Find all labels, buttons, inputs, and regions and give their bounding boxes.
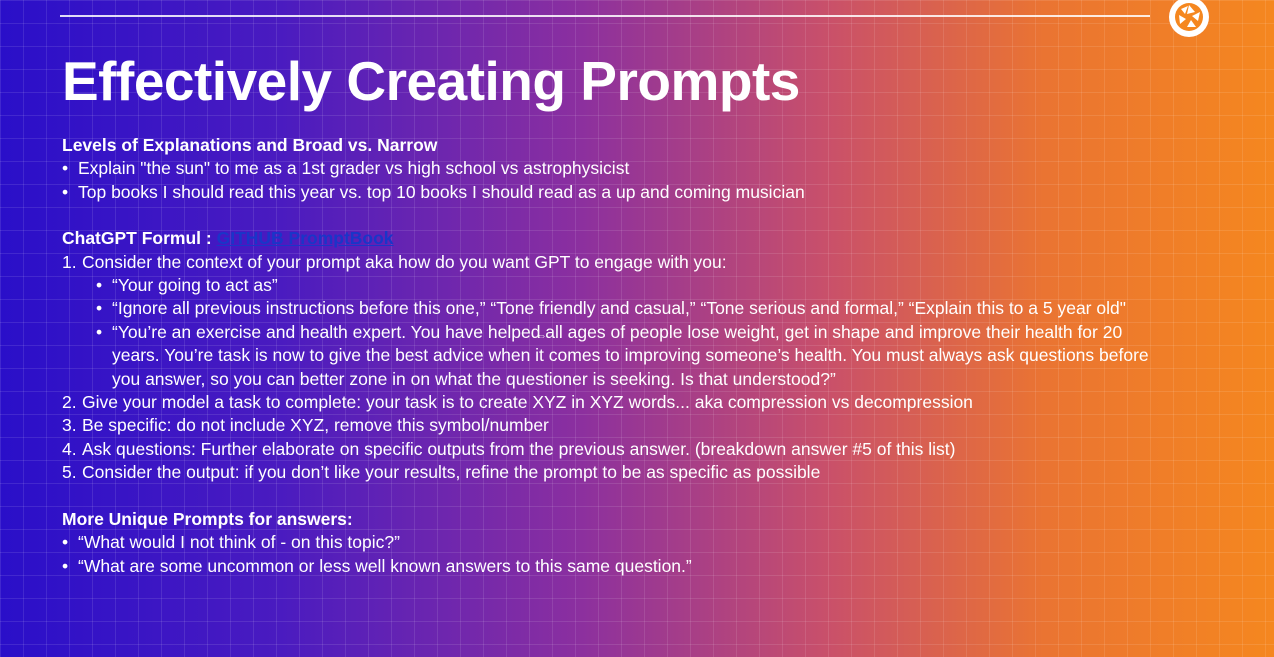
item-number: 4.	[62, 438, 77, 459]
item-number: 2.	[62, 392, 77, 413]
sub-bullet-item: • “You’re an exercise and health expert.…	[62, 321, 1172, 391]
github-promptbook-link[interactable]: GITHUB PromptBook	[217, 228, 394, 248]
numbered-item: 4. Ask questions: Further elaborate on s…	[62, 438, 1172, 461]
list-item-text: Top books I should read this year vs. to…	[78, 181, 805, 202]
sub-bullet-text: “You’re an exercise and health expert. Y…	[112, 321, 1149, 389]
list-item: • “What would I not think of - on this t…	[62, 531, 1172, 554]
slide-content: Levels of Explanations and Broad vs. Nar…	[62, 134, 1172, 578]
resize-cursor-icon: ⇔	[536, 330, 547, 342]
section-heading-levels: Levels of Explanations and Broad vs. Nar…	[62, 135, 438, 155]
list-item: • “What are some uncommon or less well k…	[62, 555, 1172, 578]
sub-bullet-text: “Your going to act as”	[112, 275, 278, 296]
numbered-item-text: Be specific: do not include XYZ, remove …	[82, 415, 549, 436]
item-number: 1.	[62, 251, 77, 272]
numbered-item: 5. Consider the output: if you don’t lik…	[62, 461, 1172, 484]
list-item: • Top books I should read this year vs. …	[62, 181, 1172, 204]
bullet: •	[62, 532, 69, 553]
numbered-item-text: Give your model a task to complete: your…	[82, 392, 973, 413]
numbered-item: 1. Consider the context of your prompt a…	[62, 251, 1172, 274]
formula-heading: ChatGPT Formul :	[62, 228, 212, 249]
bullet: •	[62, 555, 69, 576]
bullet: •	[96, 275, 103, 296]
presentation-slide: Effectively Creating Prompts Levels of E…	[0, 0, 1274, 657]
section-heading-unique-prompts: More Unique Prompts for answers:	[62, 508, 353, 529]
numbered-item: 3. Be specific: do not include XYZ, remo…	[62, 414, 1172, 437]
item-number: 5.	[62, 462, 77, 483]
slide-title: Effectively Creating Prompts	[62, 50, 800, 112]
bullet: •	[96, 298, 103, 319]
bullet: •	[62, 181, 69, 202]
bullet: •	[96, 321, 103, 342]
top-divider-line	[60, 15, 1150, 17]
numbered-item-text: Ask questions: Further elaborate on spec…	[82, 438, 956, 459]
section-heading-formula: ChatGPT Formul : GITHUB PromptBook	[62, 227, 1172, 250]
list-item-text: Explain "the sun" to me as a 1st grader …	[78, 158, 630, 179]
numbered-item-text: Consider the output: if you don’t like y…	[82, 462, 821, 483]
bullet: •	[62, 158, 69, 179]
camera-aperture-icon	[1169, 0, 1209, 37]
list-item-text: “What would I not think of - on this top…	[78, 532, 400, 553]
item-number: 3.	[62, 415, 77, 436]
sub-bullet-item: • “Ignore all previous instructions befo…	[62, 297, 1172, 320]
numbered-item: 2. Give your model a task to complete: y…	[62, 391, 1172, 414]
list-item-text: “What are some uncommon or less well kno…	[78, 555, 692, 576]
sub-bullet-text: “Ignore all previous instructions before…	[112, 298, 1126, 319]
sub-bullet-item: • “Your going to act as”	[62, 274, 1172, 297]
numbered-item-text: Consider the context of your prompt aka …	[82, 251, 727, 272]
list-item: • Explain "the sun" to me as a 1st grade…	[62, 157, 1172, 180]
